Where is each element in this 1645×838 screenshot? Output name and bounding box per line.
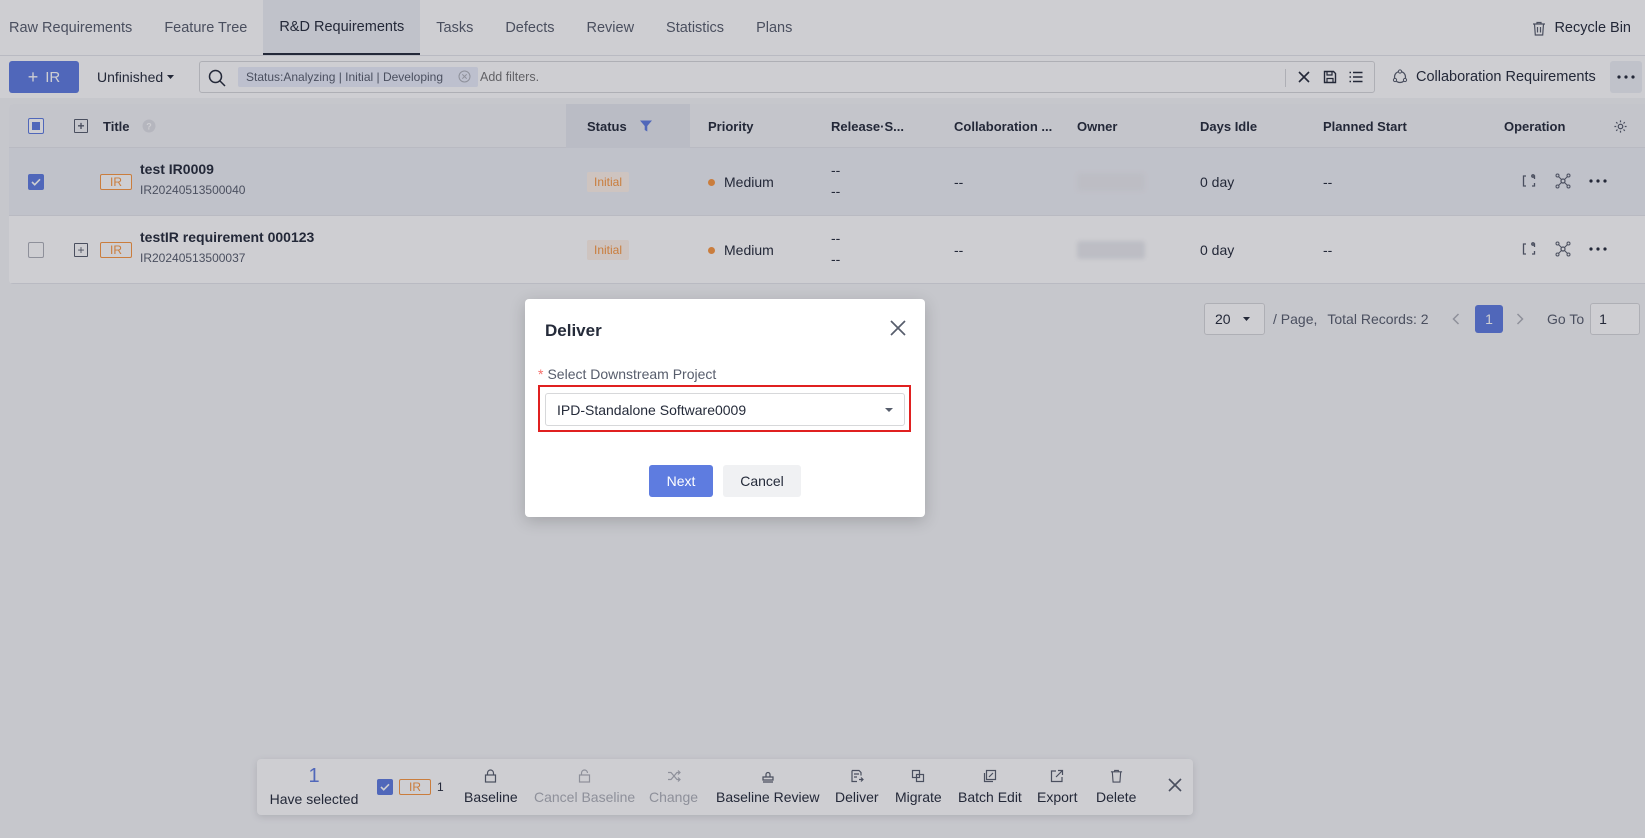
deliver-dialog: Deliver * Select Downstream Project IPD-S…: [525, 299, 925, 517]
downstream-project-label: * Select Downstream Project: [538, 366, 716, 382]
downstream-project-select[interactable]: IPD-Standalone Software0009: [545, 393, 905, 426]
next-button[interactable]: Next: [649, 465, 713, 497]
downstream-project-label-text: Select Downstream Project: [547, 366, 717, 382]
caret-down-icon: [885, 408, 893, 412]
downstream-project-value: IPD-Standalone Software0009: [557, 401, 747, 418]
required-mark: *: [538, 366, 544, 382]
dialog-title: Deliver: [545, 321, 602, 340]
page: Raw Requirements Feature Tree R&D Requir…: [0, 0, 1645, 838]
cancel-button[interactable]: Cancel: [723, 465, 801, 497]
close-icon[interactable]: [887, 317, 909, 339]
